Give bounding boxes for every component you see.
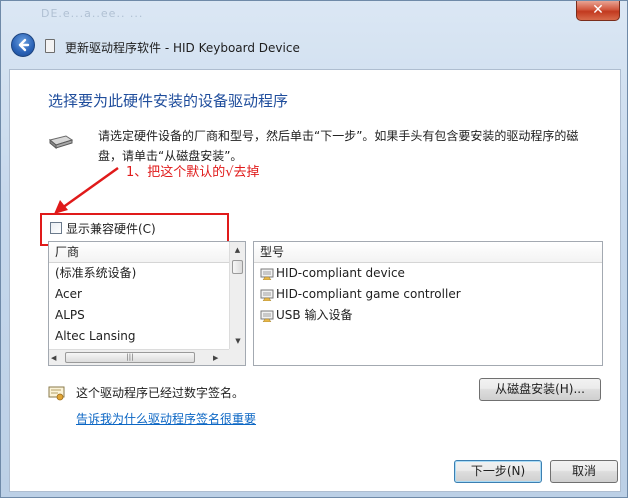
manufacturer-item[interactable]: Acer (49, 284, 245, 305)
scroll-left-icon[interactable]: ◀ (51, 350, 56, 365)
show-compatible-label[interactable]: 显示兼容硬件(C) (66, 220, 156, 237)
signature-status-text: 这个驱动程序已经过数字签名。 (76, 386, 245, 400)
wizard-content: 选择要为此硬件安装的设备驱动程序 请选定硬件设备的厂商和型号，然后单击“下一步”… (9, 69, 621, 492)
close-button[interactable]: ✕ (576, 1, 620, 21)
window-frame: DE.e...a..ee.. ... ✕ 更新驱动程序软件 - HID Keyb… (0, 0, 628, 498)
scroll-thumb[interactable] (232, 260, 243, 274)
device-driver-icon (260, 268, 274, 280)
model-item-label: HID-compliant device (276, 266, 405, 280)
model-header: 型号 (254, 242, 602, 263)
model-list[interactable]: 型号 HID-compliant device HID-compliant ga… (253, 241, 603, 366)
signature-info-link[interactable]: 告诉我为什么驱动程序签名很重要 (76, 410, 256, 427)
device-driver-icon (260, 310, 274, 322)
model-item-label: USB 输入设备 (276, 308, 353, 322)
scroll-down-icon[interactable]: ▼ (230, 333, 245, 349)
model-item[interactable]: HID-compliant game controller (254, 284, 602, 305)
scroll-corner (229, 349, 245, 365)
show-compatible-checkbox[interactable] (50, 222, 62, 234)
manufacturer-item[interactable]: (标准系统设备) (49, 263, 245, 284)
manufacturer-list[interactable]: 厂商 (标准系统设备) Acer ALPS Altec Lansing ▲ ▼ … (48, 241, 246, 366)
model-item[interactable]: USB 输入设备 (254, 305, 602, 326)
model-item-label: HID-compliant game controller (276, 287, 461, 301)
model-item[interactable]: HID-compliant device (254, 263, 602, 284)
next-button[interactable]: 下一步(N) (454, 460, 542, 483)
hardware-icon (48, 135, 74, 150)
manufacturer-header: 厂商 (49, 242, 245, 263)
manufacturer-horizontal-scrollbar[interactable]: ◀ ||| ▶ (49, 349, 245, 365)
scroll-right-icon[interactable]: ▶ (213, 350, 218, 365)
manufacturer-item[interactable]: Altec Lansing (49, 326, 245, 347)
page-heading: 选择要为此硬件安装的设备驱动程序 (48, 92, 289, 110)
cancel-button[interactable]: 取消 (550, 460, 618, 483)
certificate-icon (48, 386, 65, 401)
back-button[interactable] (11, 33, 35, 57)
manufacturer-item[interactable]: ALPS (49, 305, 245, 326)
background-window-title: DE.e...a..ee.. ... (41, 7, 144, 20)
manufacturer-vertical-scrollbar[interactable]: ▲ ▼ (229, 242, 245, 349)
have-disk-button[interactable]: 从磁盘安装(H)... (479, 378, 601, 401)
device-driver-icon (260, 289, 274, 301)
horizontal-scroll-thumb[interactable]: ||| (65, 352, 195, 363)
wizard-icon (45, 39, 55, 53)
back-arrow-icon (18, 38, 30, 52)
instructions-text: 请选定硬件设备的厂商和型号，然后单击“下一步”。如果手头有包含要安装的驱动程序的… (98, 129, 579, 163)
red-annotation-text: 1、把这个默认的√去掉 (126, 165, 260, 180)
red-arrow-annotation (54, 166, 119, 214)
wizard-title: 更新驱动程序软件 - HID Keyboard Device (65, 41, 300, 55)
scroll-up-icon[interactable]: ▲ (230, 242, 245, 258)
